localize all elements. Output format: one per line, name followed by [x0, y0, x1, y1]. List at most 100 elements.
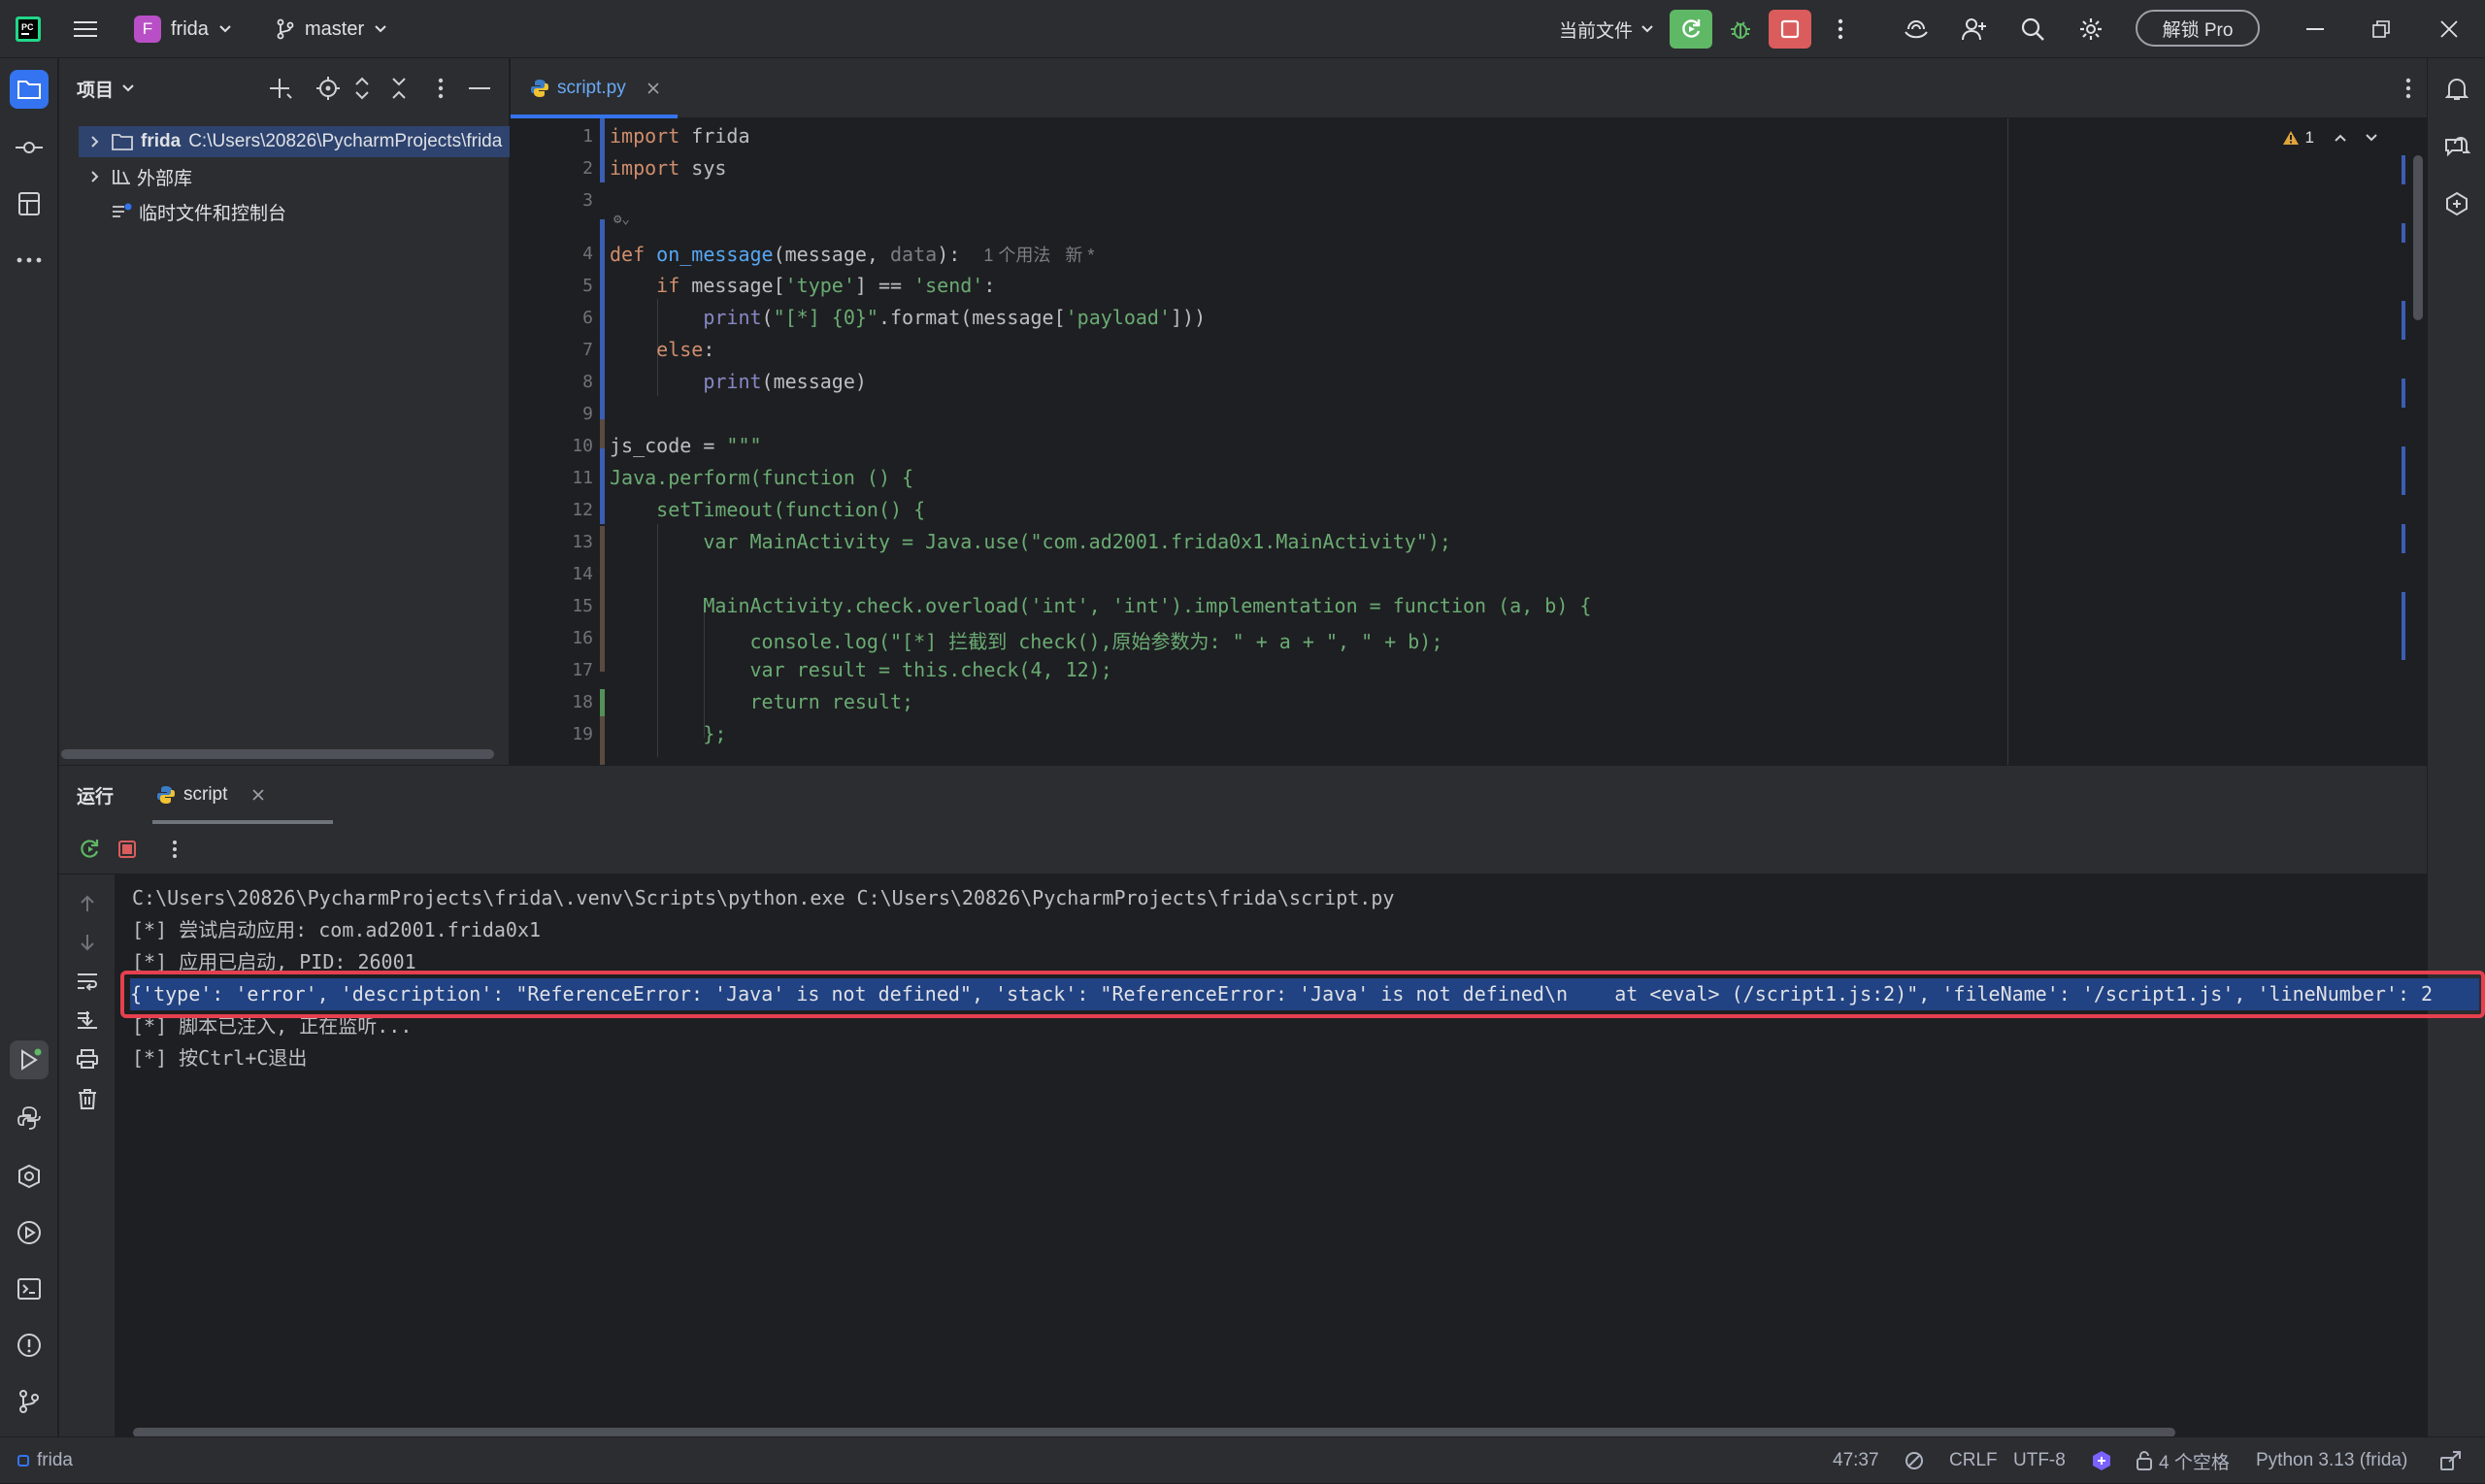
rerun-button[interactable] — [1670, 10, 1712, 49]
more-actions-icon[interactable] — [1829, 0, 1852, 58]
run-tab-script[interactable]: script — [152, 766, 333, 824]
jetbrains-ai-button[interactable] — [2437, 184, 2476, 223]
file-encoding[interactable]: UTF-8 — [2013, 1437, 2066, 1484]
trash-icon[interactable] — [78, 1088, 97, 1109]
tree-item-frida[interactable]: frida C:\Users\20826\PycharmProjects\fri… — [79, 126, 510, 157]
code-line: var MainActivity = Java.use("com.ad2001.… — [610, 530, 1451, 553]
caret-position[interactable]: 47:37 — [1833, 1437, 1879, 1484]
structure-tool-button[interactable] — [10, 184, 49, 223]
run-tool-button[interactable] — [10, 1040, 49, 1079]
soft-wrap-icon[interactable] — [77, 972, 98, 991]
vertical-scrollbar[interactable] — [2413, 155, 2423, 320]
main-menu-icon[interactable] — [70, 0, 101, 58]
status-bar: frida 47:37 CRLF UTF-8 4 个空格 Python 3.13… — [0, 1436, 2485, 1483]
add-icon[interactable] — [267, 76, 292, 101]
project-square-icon — [17, 1455, 29, 1467]
more-tools-button[interactable] — [10, 241, 49, 280]
ai-chat-button[interactable] — [2437, 128, 2476, 167]
vcs-change-marker[interactable] — [600, 419, 605, 448]
terminal-tool-button[interactable] — [10, 1270, 49, 1308]
stop-icon[interactable] — [117, 840, 137, 859]
chevron-up-icon[interactable] — [2334, 133, 2347, 143]
tree-item-scratches[interactable]: 临时文件和控制台 — [79, 196, 286, 227]
print-icon[interactable] — [77, 1049, 98, 1069]
vcs-change-marker[interactable] — [600, 716, 605, 765]
project-panel-title[interactable]: 项目 — [77, 76, 114, 102]
close-tab-icon[interactable] — [647, 82, 659, 94]
console-side-toolbar — [59, 874, 115, 1437]
warning-icon — [2282, 130, 2300, 146]
close-tab-icon[interactable] — [252, 789, 264, 801]
run-panel-title: 运行 — [77, 786, 115, 808]
chevron-down-icon[interactable] — [2365, 133, 2378, 143]
settings-gear-icon[interactable] — [2073, 0, 2108, 58]
vcs-change-marker[interactable] — [600, 219, 605, 512]
line-number: 12 — [572, 500, 593, 520]
gutter-hint-icon[interactable]: ⚙⌄ — [613, 212, 630, 227]
share-icon[interactable] — [2440, 1437, 2462, 1484]
code-editor[interactable]: 1 2 3 4 5 6 7 8 9 10 11 12 13 14 15 16 1… — [511, 118, 2427, 765]
debug-button[interactable] — [1724, 0, 1757, 58]
hide-panel-icon[interactable] — [469, 87, 490, 89]
collapse-all-icon[interactable] — [389, 76, 409, 101]
chevron-right-icon[interactable] — [90, 170, 100, 183]
tab-script-py[interactable]: script.py — [511, 58, 678, 118]
ai-assistant-icon[interactable] — [1899, 0, 1934, 58]
indent-setting[interactable]: 4 个空格 — [2136, 1437, 2230, 1484]
run-configs-button[interactable] — [10, 1213, 49, 1252]
chevron-down-icon[interactable] — [121, 83, 135, 93]
bell-icon — [2445, 79, 2468, 100]
vcs-change-marker[interactable] — [600, 497, 605, 524]
services-tool-button[interactable] — [10, 1157, 49, 1196]
scroll-to-end-icon[interactable] — [77, 1010, 98, 1030]
console-output[interactable]: C:\Users\20826\PycharmProjects\frida\.ve… — [120, 874, 2485, 1418]
project-selector[interactable]: F frida — [134, 0, 232, 58]
library-icon — [112, 168, 131, 185]
arrow-down-icon[interactable] — [79, 933, 96, 952]
run-config-selector[interactable]: 当前文件 — [1559, 0, 1654, 58]
git-tool-button[interactable] — [10, 1382, 49, 1421]
stop-button[interactable] — [1769, 10, 1811, 49]
more-options-icon[interactable] — [172, 840, 178, 859]
expand-all-icon[interactable] — [352, 76, 372, 101]
branch-selector[interactable]: master — [276, 0, 387, 58]
locate-icon[interactable] — [315, 76, 341, 101]
restore-icon[interactable] — [2367, 0, 2396, 58]
readonly-toggle-icon[interactable] — [1905, 1437, 1924, 1484]
status-project[interactable]: frida — [17, 1437, 73, 1484]
error-stripe[interactable] — [2402, 155, 2405, 757]
add-user-icon[interactable] — [1957, 0, 1992, 58]
tree-item-external-libraries[interactable]: 外部库 — [79, 161, 192, 192]
unlock-pro-button[interactable]: 解锁 Pro — [2136, 10, 2260, 47]
horizontal-scrollbar[interactable] — [61, 749, 494, 759]
search-icon[interactable] — [2015, 0, 2050, 58]
python-interpreter[interactable]: Python 3.13 (frida) — [2256, 1437, 2407, 1484]
vcs-change-marker[interactable] — [600, 689, 605, 716]
arrow-up-icon[interactable] — [79, 894, 96, 913]
vcs-change-marker[interactable] — [600, 118, 605, 182]
problems-icon — [17, 1334, 41, 1357]
run-tab-label: script — [183, 784, 228, 805]
rerun-icon[interactable] — [79, 838, 102, 861]
line-separator[interactable]: CRLF — [1949, 1437, 1998, 1484]
python-packages-button[interactable] — [10, 1099, 49, 1138]
commit-tool-button[interactable] — [10, 128, 49, 167]
chevron-right-icon[interactable] — [90, 135, 100, 148]
svg-text:PC: PC — [21, 22, 34, 32]
commit-icon — [16, 142, 43, 153]
inspection-widget[interactable]: 1 — [2282, 128, 2378, 148]
close-window-icon[interactable] — [2435, 0, 2464, 58]
minimize-icon[interactable] — [2301, 0, 2330, 58]
code-line: var result = this.check(4, 12); — [610, 658, 1112, 681]
right-margin-guide — [2007, 118, 2008, 765]
folder-icon — [17, 81, 41, 99]
more-options-icon[interactable] — [438, 78, 444, 99]
usage-hint[interactable]: 1 个用法 新 * — [983, 246, 1094, 265]
editor-more-icon[interactable] — [2405, 78, 2411, 99]
line-number: 14 — [572, 564, 593, 584]
vcs-change-marker[interactable] — [600, 526, 605, 672]
problems-tool-button[interactable] — [10, 1326, 49, 1365]
ai-status-icon[interactable] — [2091, 1437, 2112, 1484]
notifications-button[interactable] — [2437, 70, 2476, 109]
project-tool-button[interactable] — [10, 70, 49, 109]
